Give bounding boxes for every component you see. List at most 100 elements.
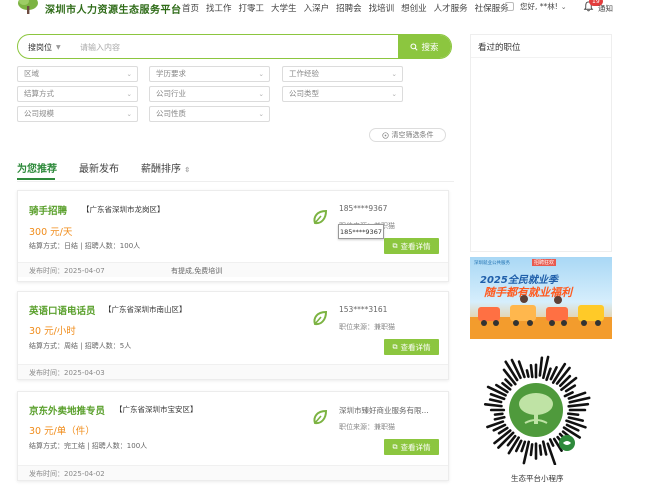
- external-link-icon: ⧉: [392, 241, 398, 250]
- job-footer: 发布时间：2025-04-03: [18, 364, 448, 379]
- job-title[interactable]: 英语口语电话员: [29, 303, 96, 317]
- job-meta: 结算方式：日结 | 招聘人数：100人: [29, 242, 141, 250]
- view-detail-button[interactable]: ⧉ 查看详情: [384, 238, 439, 254]
- tab-salary-label: 薪酬排序: [141, 164, 181, 175]
- filter-company-size[interactable]: 公司规模 ⌄: [17, 106, 138, 122]
- filter-industry[interactable]: 公司行业 ⌄: [149, 86, 270, 102]
- job-date: 发布时间：2025-04-03: [29, 369, 105, 377]
- job-location: 【广东省深圳市宝安区】: [115, 405, 198, 414]
- leaf-icon: [313, 409, 328, 425]
- search-bar: 搜岗位 ▼ 搜索: [17, 34, 452, 59]
- job-title[interactable]: 骑手招聘: [29, 203, 67, 217]
- job-source: 职位来源：兼职猫: [339, 423, 395, 431]
- nav-find-job[interactable]: 找工作: [206, 2, 232, 14]
- external-link-icon: ⧉: [392, 342, 398, 351]
- job-card[interactable]: 英语口语电话员 【广东省深圳市南山区】 30 元/小时 结算方式：周结 | 招聘…: [17, 291, 449, 380]
- search-type-label: 搜岗位: [28, 43, 52, 52]
- nav-odd-jobs[interactable]: 打零工: [239, 2, 265, 14]
- nav-startup[interactable]: 想创业: [401, 2, 427, 14]
- contact-tooltip: 185****9367: [338, 224, 384, 239]
- search-button-label: 搜索: [421, 42, 439, 53]
- chevron-down-icon: ⌄: [258, 70, 264, 78]
- tab-recommended[interactable]: 为您推荐: [17, 160, 57, 175]
- tab-latest[interactable]: 最新发布: [79, 160, 119, 175]
- filter-education[interactable]: 学历要求 ⌄: [149, 66, 270, 82]
- job-meta: 结算方式：完工结 | 招聘人数：100人: [29, 442, 148, 450]
- search-button[interactable]: 搜索: [398, 35, 451, 58]
- job-source: 职位来源：兼职猫: [339, 323, 395, 331]
- job-contact: 153****3161: [339, 305, 388, 314]
- nav-job-fair[interactable]: 招聘会: [336, 2, 362, 14]
- notification-label[interactable]: 通知: [598, 3, 613, 14]
- job-contact: 深圳市臻好商业服务有限...: [339, 406, 429, 415]
- view-detail-label: 查看详情: [400, 241, 431, 251]
- sort-icon: ⇳: [184, 166, 191, 174]
- filter-label: 结算方式: [24, 89, 54, 98]
- divider: [17, 181, 454, 182]
- job-location: 【广东省深圳市南山区】: [104, 305, 187, 314]
- promo-banner[interactable]: 深圳就业公共服务 招聘狂欢 2025全民就业季 随手都有就业福利: [470, 257, 612, 339]
- filter-label: 公司类型: [289, 89, 319, 98]
- job-card[interactable]: 骑手招聘 【广东省深圳市龙岗区】 300 元/天 结算方式：日结 | 招聘人数：…: [17, 190, 449, 282]
- banner-illustration-icon: [470, 295, 612, 339]
- clear-filters-button[interactable]: 清空筛选条件: [369, 128, 446, 142]
- search-type-select[interactable]: 搜岗位 ▼: [28, 42, 61, 53]
- chevron-down-icon: ⌄: [126, 110, 132, 118]
- chevron-down-icon: ⌄: [126, 70, 132, 78]
- job-footer: 发布时间：2025-04-02: [18, 465, 448, 480]
- nav-hukou[interactable]: 入深户: [304, 2, 330, 14]
- job-salary: 300 元/天: [29, 227, 73, 238]
- active-tab-indicator: [17, 178, 55, 180]
- nav-graduates[interactable]: 大学生: [271, 2, 297, 14]
- chevron-down-icon: ⌄: [560, 2, 567, 11]
- filter-label: 公司行业: [156, 89, 186, 98]
- nav-social-security[interactable]: 社保服务: [475, 2, 509, 14]
- filter-experience[interactable]: 工作经验 ⌄: [282, 66, 403, 82]
- nav-talent-service[interactable]: 人才服务: [434, 2, 468, 14]
- job-title[interactable]: 京东外卖地推专员: [29, 403, 105, 417]
- job-benefit: 有提成,免费培训: [171, 267, 223, 275]
- job-date: 发布时间：2025-04-02: [29, 470, 105, 478]
- viewed-jobs-title: 看过的职位: [478, 43, 521, 53]
- view-detail-label: 查看详情: [400, 342, 431, 352]
- nav-training[interactable]: 找培训: [369, 2, 395, 14]
- tab-salary-sort[interactable]: 薪酬排序 ⇳: [141, 160, 190, 175]
- chevron-down-icon: ▼: [56, 44, 61, 51]
- external-link-icon: ⧉: [392, 442, 398, 451]
- job-footer: 发布时间：2025-04-07 有提成,免费培训: [18, 262, 448, 277]
- chevron-down-icon: ⌄: [391, 70, 397, 78]
- filter-label: 学历要求: [156, 69, 186, 78]
- view-detail-button[interactable]: ⧉ 查看详情: [384, 339, 439, 355]
- view-detail-label: 查看详情: [400, 442, 431, 452]
- job-date: 发布时间：2025-04-07: [29, 267, 105, 275]
- filter-label: 区域: [24, 69, 39, 78]
- filter-settlement[interactable]: 结算方式 ⌄: [17, 86, 138, 102]
- job-card[interactable]: 京东外卖地推专员 【广东省深圳市宝安区】 30 元/单（件） 结算方式：完工结 …: [17, 391, 449, 481]
- viewed-jobs-panel: 看过的职位: [470, 34, 612, 252]
- view-detail-button[interactable]: ⧉ 查看详情: [384, 439, 439, 455]
- job-location: 【广东省深圳市龙岗区】: [82, 205, 165, 214]
- clear-filters-label: 清空筛选条件: [391, 131, 434, 139]
- site-title[interactable]: 深圳市人力资源生态服务平台: [45, 1, 182, 16]
- filter-company-nature[interactable]: 公司性质 ⌄: [149, 106, 270, 122]
- user-menu[interactable]: 您好, **林! ⌄: [505, 1, 567, 12]
- qr-caption: 生态平台小程序: [511, 474, 564, 483]
- tree-logo-icon[interactable]: [16, 0, 40, 14]
- filter-company-type[interactable]: 公司类型 ⌄: [282, 86, 403, 102]
- chevron-down-icon: ⌄: [391, 90, 397, 98]
- sort-tabs: 为您推荐 最新发布 薪酬排序 ⇳: [17, 160, 212, 175]
- chevron-down-icon: ⌄: [258, 110, 264, 118]
- nav-home[interactable]: 首页: [182, 2, 199, 14]
- user-greeting: 您好, **林!: [520, 2, 558, 11]
- filter-label: 公司性质: [156, 109, 186, 118]
- filter-region[interactable]: 区域 ⌄: [17, 66, 138, 82]
- mini-program-qr-icon: [483, 355, 591, 465]
- filter-label: 工作经验: [289, 69, 319, 78]
- job-salary: 30 元/单（件）: [29, 426, 95, 437]
- clear-icon: [381, 131, 389, 139]
- search-input[interactable]: [80, 38, 400, 56]
- search-icon: [410, 42, 419, 51]
- divider: [471, 57, 611, 58]
- top-bar: 深圳市人力资源生态服务平台 首页 找工作 打零工 大学生 入深户 招聘会 找培训…: [0, 0, 660, 16]
- job-salary: 30 元/小时: [29, 326, 76, 337]
